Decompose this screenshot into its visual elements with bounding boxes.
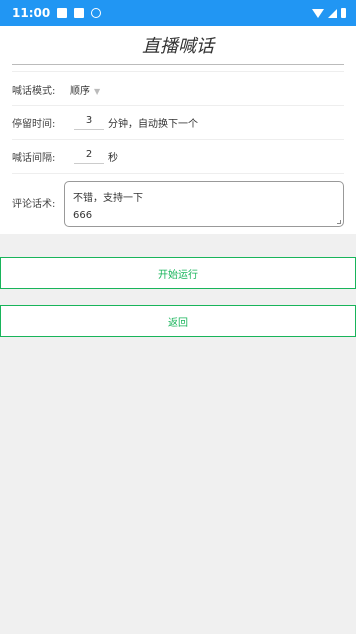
status-time: 11:00 <box>12 6 51 20</box>
page-title: 直播喊话 <box>142 36 214 57</box>
back-button[interactable]: 返回 <box>0 305 356 337</box>
interval-input[interactable]: 2 <box>74 149 104 164</box>
comment-line: 666 <box>73 210 93 221</box>
row-divider <box>12 173 344 174</box>
interval-row: 喊话间隔: 2 秒 <box>12 140 344 172</box>
comment-line: 不错，支持一下 <box>73 193 143 204</box>
stay-row: 停留时间: 3 分钟，自动换下一个 <box>12 106 344 138</box>
notification-icon <box>57 8 68 18</box>
stay-input[interactable]: 3 <box>74 115 104 130</box>
title-divider <box>12 64 344 65</box>
comments-textarea[interactable]: 不错，支持一下 666 <box>64 181 344 227</box>
settings-panel: 直播喊话 喊话模式: 顺序 ▼ 停留时间: 3 分钟，自动换下一个 喊话间隔: 2… <box>0 26 356 234</box>
status-bar-right <box>312 8 346 18</box>
interval-suffix: 秒 <box>108 152 118 164</box>
interval-label: 喊话间隔: <box>12 152 56 164</box>
title-divider-light <box>12 71 344 72</box>
status-bar: 11:00 <box>0 0 356 26</box>
wifi-icon <box>312 8 324 18</box>
a-icon <box>74 8 85 18</box>
status-bar-left: 11:00 <box>12 6 102 20</box>
chevron-down-icon: ▼ <box>94 86 101 96</box>
stay-suffix: 分钟，自动换下一个 <box>108 118 198 130</box>
resize-handle-icon[interactable] <box>337 220 341 224</box>
sync-icon <box>91 8 102 18</box>
stay-label: 停留时间: <box>12 118 56 130</box>
mode-row: 喊话模式: 顺序 ▼ <box>12 73 344 105</box>
battery-icon <box>341 8 346 18</box>
comments-label: 评论话术: <box>12 198 56 210</box>
mode-select[interactable]: 顺序 ▼ <box>70 82 100 97</box>
mode-value: 顺序 <box>70 85 90 97</box>
start-button[interactable]: 开始运行 <box>0 257 356 289</box>
mode-label: 喊话模式: <box>12 85 56 97</box>
signal-icon <box>328 8 337 18</box>
